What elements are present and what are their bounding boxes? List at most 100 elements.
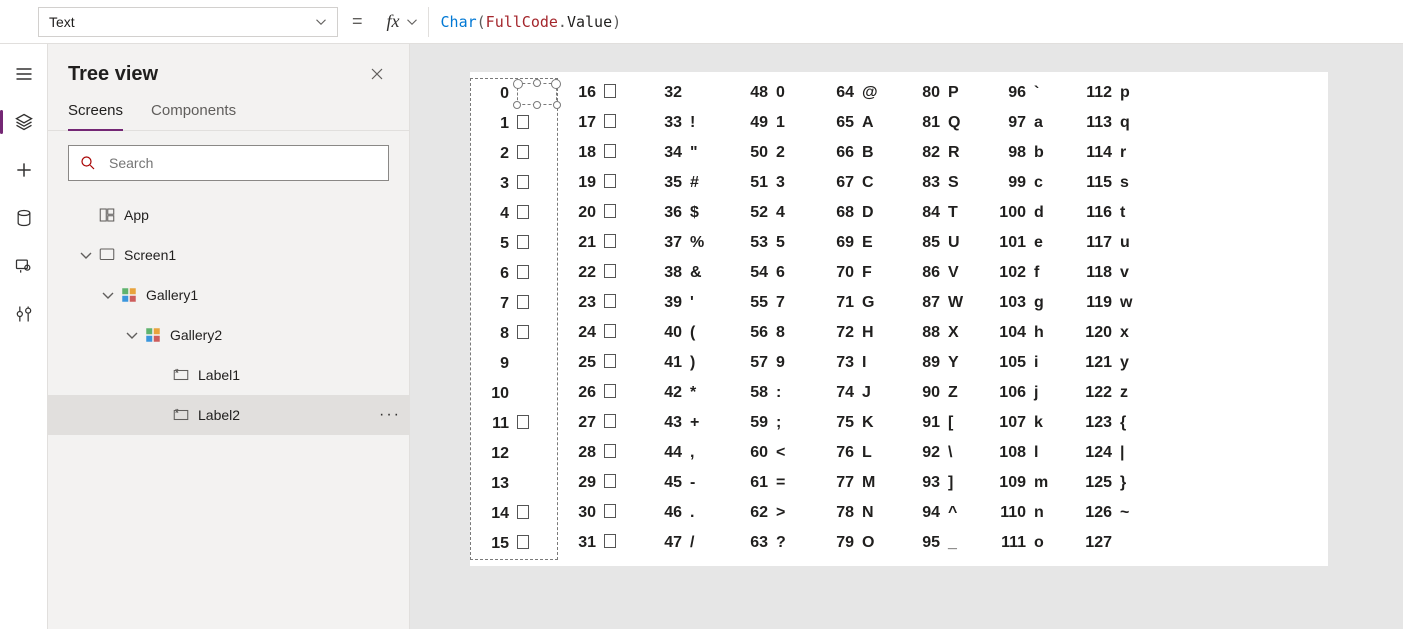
ascii-cell[interactable]: 84T	[902, 198, 988, 228]
ascii-cell[interactable]: 13	[471, 469, 557, 499]
more-options-button[interactable]: ···	[379, 406, 399, 424]
ascii-cell[interactable]: 116t	[1074, 198, 1160, 228]
ascii-cell[interactable]: 32	[644, 78, 730, 108]
ascii-cell[interactable]: 44,	[644, 438, 730, 468]
ascii-cell[interactable]: 109m	[988, 468, 1074, 498]
property-selector[interactable]: Text	[38, 7, 338, 37]
ascii-cell[interactable]: 37%	[644, 228, 730, 258]
ascii-cell[interactable]: 115s	[1074, 168, 1160, 198]
ascii-cell[interactable]: 11	[471, 409, 557, 439]
ascii-cell[interactable]: 87W	[902, 288, 988, 318]
ascii-cell[interactable]: 8	[471, 319, 557, 349]
ascii-cell[interactable]: 491	[730, 108, 816, 138]
ascii-cell[interactable]: 579	[730, 348, 816, 378]
ascii-cell[interactable]: 0	[471, 79, 557, 109]
ascii-cell[interactable]: 36$	[644, 198, 730, 228]
ascii-cell[interactable]: 117u	[1074, 228, 1160, 258]
ascii-cell[interactable]: 34"	[644, 138, 730, 168]
ascii-cell[interactable]: 66B	[816, 138, 902, 168]
ascii-cell[interactable]: 74J	[816, 378, 902, 408]
ascii-cell[interactable]: 85U	[902, 228, 988, 258]
ascii-cell[interactable]: 41)	[644, 348, 730, 378]
ascii-cell[interactable]: 82R	[902, 138, 988, 168]
ascii-cell[interactable]: 118v	[1074, 258, 1160, 288]
ascii-cell[interactable]: 63?	[730, 528, 816, 558]
ascii-cell[interactable]: 96`	[988, 78, 1074, 108]
ascii-cell[interactable]: 65A	[816, 108, 902, 138]
ascii-cell[interactable]: 91[	[902, 408, 988, 438]
ascii-cell[interactable]: 40(	[644, 318, 730, 348]
ascii-cell[interactable]: 18	[558, 138, 644, 168]
ascii-cell[interactable]: 102f	[988, 258, 1074, 288]
ascii-cell[interactable]: 80P	[902, 78, 988, 108]
ascii-cell[interactable]: 120x	[1074, 318, 1160, 348]
ascii-cell[interactable]: 100d	[988, 198, 1074, 228]
ascii-cell[interactable]: 3	[471, 169, 557, 199]
tree-item-screen1[interactable]: Screen1	[48, 235, 409, 275]
ascii-cell[interactable]: 68D	[816, 198, 902, 228]
close-panel-button[interactable]	[365, 62, 389, 86]
ascii-cell[interactable]: 59;	[730, 408, 816, 438]
ascii-cell[interactable]: 105i	[988, 348, 1074, 378]
ascii-cell[interactable]: 108l	[988, 438, 1074, 468]
ascii-cell[interactable]: 83S	[902, 168, 988, 198]
ascii-cell[interactable]: 16	[558, 78, 644, 108]
ascii-cell[interactable]: 25	[558, 348, 644, 378]
ascii-cell[interactable]: 42*	[644, 378, 730, 408]
ascii-cell[interactable]: 502	[730, 138, 816, 168]
ascii-cell[interactable]: 71G	[816, 288, 902, 318]
ascii-cell[interactable]: 126~	[1074, 498, 1160, 528]
ascii-cell[interactable]: 73I	[816, 348, 902, 378]
search-box[interactable]	[68, 145, 389, 181]
ascii-cell[interactable]: 67C	[816, 168, 902, 198]
ascii-cell[interactable]: 568	[730, 318, 816, 348]
ascii-cell[interactable]: 88X	[902, 318, 988, 348]
ascii-cell[interactable]: 23	[558, 288, 644, 318]
ascii-cell[interactable]: 12	[471, 439, 557, 469]
ascii-cell[interactable]: 92\	[902, 438, 988, 468]
ascii-cell[interactable]: 46.	[644, 498, 730, 528]
ascii-cell[interactable]: 106j	[988, 378, 1074, 408]
ascii-cell[interactable]: 94^	[902, 498, 988, 528]
ascii-cell[interactable]: 45-	[644, 468, 730, 498]
ascii-cell[interactable]: 535	[730, 228, 816, 258]
ascii-cell[interactable]: 17	[558, 108, 644, 138]
ascii-cell[interactable]: 70F	[816, 258, 902, 288]
ascii-cell[interactable]: 58:	[730, 378, 816, 408]
ascii-cell[interactable]: 26	[558, 378, 644, 408]
ascii-cell[interactable]: 123{	[1074, 408, 1160, 438]
ascii-cell[interactable]: 6	[471, 259, 557, 289]
ascii-cell[interactable]: 39'	[644, 288, 730, 318]
ascii-cell[interactable]: 10	[471, 379, 557, 409]
ascii-cell[interactable]: 112p	[1074, 78, 1160, 108]
hamburger-button[interactable]	[4, 54, 44, 94]
ascii-cell[interactable]: 557	[730, 288, 816, 318]
ascii-cell[interactable]: 61=	[730, 468, 816, 498]
ascii-cell[interactable]: 81Q	[902, 108, 988, 138]
ascii-cell[interactable]: 513	[730, 168, 816, 198]
ascii-cell[interactable]: 111o	[988, 528, 1074, 558]
ascii-cell[interactable]: 7	[471, 289, 557, 319]
tree-item-app[interactable]: App	[48, 195, 409, 235]
ascii-cell[interactable]: 104h	[988, 318, 1074, 348]
ascii-cell[interactable]: 24	[558, 318, 644, 348]
ascii-cell[interactable]: 93]	[902, 468, 988, 498]
ascii-cell[interactable]: 9	[471, 349, 557, 379]
data-button[interactable]	[4, 198, 44, 238]
ascii-cell[interactable]: 15	[471, 529, 557, 559]
ascii-cell[interactable]: 2	[471, 139, 557, 169]
ascii-cell[interactable]: 107k	[988, 408, 1074, 438]
tree-item-label1[interactable]: Label1	[48, 355, 409, 395]
ascii-cell[interactable]: 1	[471, 109, 557, 139]
ascii-cell[interactable]: 90Z	[902, 378, 988, 408]
ascii-cell[interactable]: 64@	[816, 78, 902, 108]
insert-button[interactable]	[4, 150, 44, 190]
ascii-cell[interactable]: 60<	[730, 438, 816, 468]
ascii-cell[interactable]: 113q	[1074, 108, 1160, 138]
ascii-cell[interactable]: 99c	[988, 168, 1074, 198]
tree-view-button[interactable]	[4, 102, 44, 142]
ascii-cell[interactable]: 27	[558, 408, 644, 438]
canvas-area[interactable]: 0123456789101112131415161718192021222324…	[410, 44, 1403, 629]
ascii-cell[interactable]: 22	[558, 258, 644, 288]
ascii-cell[interactable]: 124|	[1074, 438, 1160, 468]
